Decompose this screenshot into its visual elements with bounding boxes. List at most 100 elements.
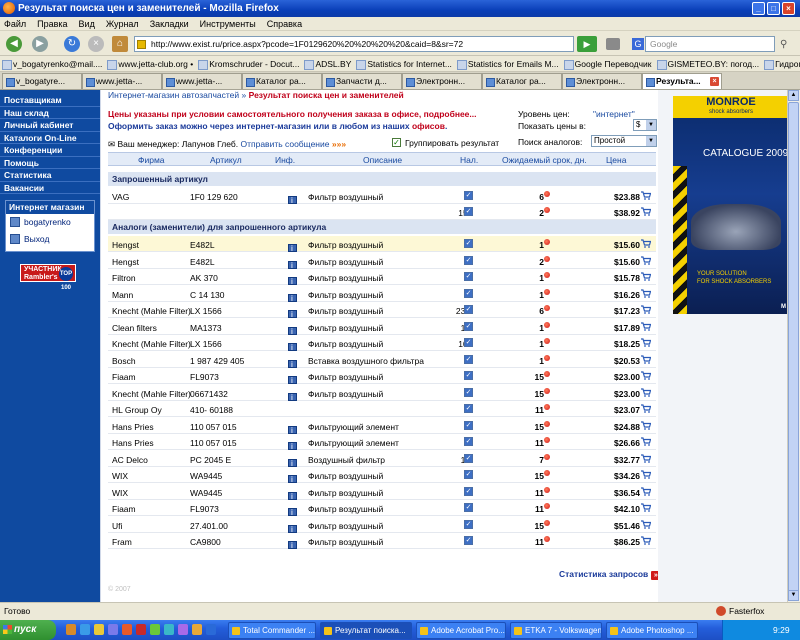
forward-icon[interactable]: ▶ [32, 36, 48, 52]
cart-icon[interactable] [641, 486, 652, 496]
bookmark-item[interactable]: GISMETEO.BY: погод... [655, 56, 759, 71]
select-checkbox[interactable]: ✓ [464, 503, 473, 512]
info-icon[interactable]: i [287, 524, 297, 533]
offices-link[interactable]: офисов [412, 121, 445, 131]
sidebar-item-catalogs[interactable]: Каталоги On-Line [0, 132, 100, 144]
info-icon[interactable]: i [287, 458, 297, 467]
info-icon[interactable]: i [287, 491, 297, 500]
quicklaunch-icon[interactable] [136, 624, 146, 635]
cart-icon[interactable] [641, 453, 652, 463]
info-icon[interactable]: i [287, 310, 297, 318]
info-icon[interactable]: i [287, 376, 297, 384]
send-message-link[interactable]: Отправить сообщение [241, 139, 330, 149]
quicklaunch-icon[interactable] [80, 624, 90, 635]
cart-icon[interactable] [641, 420, 652, 430]
search-magnifier-icon[interactable]: ⚲ [780, 39, 787, 50]
stop-icon[interactable]: × [88, 36, 104, 52]
cart-icon[interactable] [641, 437, 652, 446]
browser-tab[interactable]: www.jetta-... [162, 73, 242, 89]
select-checkbox[interactable]: ✓ [464, 519, 473, 529]
shop-user-link[interactable]: bogatyrenko [6, 214, 94, 231]
info-icon[interactable]: i [287, 260, 297, 269]
breadcrumb-shop-link[interactable]: Интернет-магазин автозапчастей [108, 90, 239, 100]
col-delivery[interactable]: Ожидаемый срок, дн. [502, 155, 587, 165]
go-button[interactable]: ▶ [577, 36, 597, 52]
quicklaunch-icon[interactable] [192, 624, 202, 635]
col-article[interactable]: Артикул [210, 155, 242, 165]
cart-icon[interactable] [641, 354, 652, 364]
cart-icon[interactable] [641, 321, 652, 331]
sidebar-item-suppliers[interactable]: Поставщикам [0, 94, 100, 107]
sidebar-item-vacancies[interactable]: Вакансии [0, 182, 100, 194]
sidebar-item-help[interactable]: Помощь [0, 157, 100, 169]
select-checkbox[interactable]: ✓ [464, 437, 473, 446]
browser-tab[interactable]: Каталог ра... [242, 73, 322, 89]
select-checkbox[interactable]: ✓ [464, 305, 473, 314]
menu-history[interactable]: Журнал [106, 17, 139, 31]
maximize-icon[interactable]: □ [767, 2, 780, 15]
select-checkbox[interactable]: ✓ [464, 239, 473, 248]
menu-view[interactable]: Вид [79, 17, 95, 31]
quicklaunch-icon[interactable] [164, 624, 174, 635]
select-checkbox[interactable]: ✓ [464, 255, 473, 265]
quicklaunch-icon[interactable] [94, 624, 104, 635]
select-checkbox[interactable]: ✓ [464, 486, 473, 496]
quicklaunch-icon[interactable] [108, 624, 118, 635]
scroll-up-icon[interactable]: ▲ [788, 90, 799, 101]
home-icon[interactable]: ⌂ [112, 36, 128, 52]
cart-icon[interactable] [641, 239, 652, 248]
sidebar-item-warehouse[interactable]: Наш склад [0, 107, 100, 119]
col-price[interactable]: Цена [606, 155, 626, 165]
menu-help[interactable]: Справка [267, 17, 302, 31]
taskbar-item[interactable]: Adobe Photoshop ... [606, 622, 698, 639]
col-description[interactable]: Описание [363, 155, 402, 165]
menu-file[interactable]: Файл [4, 17, 26, 31]
logout-link[interactable]: Выход [6, 231, 94, 248]
cart-icon[interactable] [641, 387, 652, 397]
taskbar-item[interactable]: ETKA 7 - Volkswagen [510, 622, 602, 639]
sidebar-item-account[interactable]: Личный кабинет [0, 119, 100, 132]
taskbar-item[interactable]: Adobe Acrobat Pro... [416, 622, 506, 639]
sidebar-item-conferences[interactable]: Конференции [0, 144, 100, 157]
cart-icon[interactable] [641, 207, 652, 216]
info-icon[interactable]: i [287, 475, 297, 483]
bookmark-item[interactable]: Statistics for Emails M... [455, 56, 559, 71]
start-button[interactable]: пуск [0, 620, 56, 640]
info-icon[interactable]: i [287, 541, 297, 549]
browser-tab[interactable]: Запчасти д... [322, 73, 402, 89]
info-icon[interactable]: i [287, 508, 297, 516]
browser-tab-active[interactable]: Результа... × [642, 73, 722, 89]
taskbar-item[interactable]: Total Commander ... [228, 622, 316, 639]
analog-search-select[interactable]: Простой ▼ [591, 135, 657, 147]
select-checkbox[interactable]: ✓ [464, 272, 473, 281]
quicklaunch-icon[interactable] [150, 624, 160, 635]
close-icon[interactable]: × [782, 2, 795, 15]
info-icon[interactable]: i [287, 244, 297, 252]
quicklaunch-icon[interactable] [206, 624, 216, 635]
bookmark-item[interactable]: Google Переводчик [562, 56, 652, 71]
camera-icon[interactable] [606, 38, 620, 50]
info-icon[interactable]: i [287, 343, 297, 351]
search-input[interactable]: Google [645, 36, 775, 52]
select-checkbox[interactable]: ✓ [464, 387, 473, 397]
menu-tools[interactable]: Инструменты [200, 17, 256, 31]
select-checkbox[interactable]: ✓ [464, 371, 473, 380]
info-icon[interactable]: i [287, 293, 297, 302]
tab-close-icon[interactable]: × [710, 77, 719, 86]
cart-icon[interactable] [641, 305, 652, 314]
info-icon[interactable]: i [287, 277, 297, 285]
cart-icon[interactable] [641, 371, 652, 380]
browser-tab[interactable]: www.jetta-... [82, 73, 162, 89]
cart-icon[interactable] [641, 519, 652, 529]
bookmark-item[interactable]: www.jetta-club.org • [105, 56, 193, 71]
fasterfox-extension[interactable]: Fasterfox [716, 606, 764, 616]
select-checkbox[interactable]: ✓ [464, 338, 473, 347]
scroll-down-icon[interactable]: ▼ [788, 590, 799, 601]
bookmark-item[interactable]: Гидрометцентр Респ... [762, 56, 800, 71]
rambler-top100-badge[interactable]: УЧАСТНИК Rambler's TOP 100 [20, 264, 76, 291]
cart-icon[interactable] [641, 503, 652, 512]
taskbar-item-active[interactable]: Результат поиска... [320, 622, 412, 639]
cart-icon[interactable] [641, 191, 652, 200]
quicklaunch-icon[interactable] [122, 624, 132, 635]
bookmark-item[interactable]: ADSL.BY [302, 56, 351, 71]
